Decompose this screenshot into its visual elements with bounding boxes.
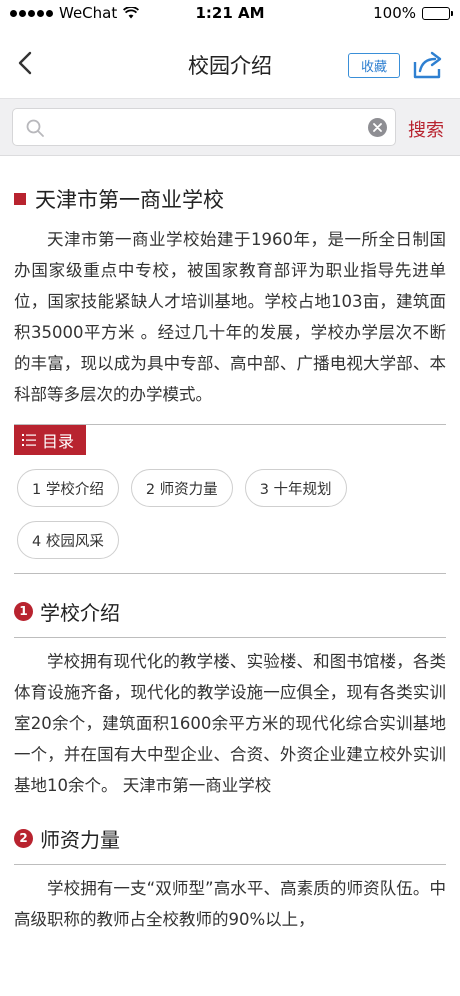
search-button[interactable]: 搜索 <box>408 116 444 142</box>
section-number-badge: 2 <box>14 828 33 848</box>
school-intro: 天津市第一商业学校始建于1960年，是一所全日制国办国家级重点中专校，被国家教育… <box>14 230 446 404</box>
title-marker <box>14 193 26 205</box>
battery-icon <box>422 6 453 20</box>
school-title: 天津市第一商业学校 <box>14 184 446 214</box>
carrier-name: WeChat <box>59 4 118 22</box>
toc-item-faculty[interactable]: 2 师资力量 <box>130 469 233 507</box>
section-divider <box>14 864 446 865</box>
search-bar: 搜索 <box>0 98 460 156</box>
status-left: WeChat <box>10 4 160 22</box>
section-body: 学校拥有现代化的教学楼、实验楼、和图书馆楼，各类体育设施齐备，现代化的教学设施一… <box>14 652 446 795</box>
chevron-left-icon <box>18 51 32 75</box>
nav-bar: 校园介绍 收藏 <box>0 26 460 98</box>
share-icon <box>413 51 442 79</box>
toc-item-ten-year-plan[interactable]: 3 十年规划 <box>244 469 347 507</box>
toc-list: 1 学校介绍 2 师资力量 3 十年规划 4 校园风采 <box>14 469 446 559</box>
battery-percent: 100% <box>373 4 416 22</box>
section-heading-faculty: 2 师资力量 <box>14 823 446 853</box>
section-title: 师资力量 <box>40 827 120 852</box>
back-button[interactable] <box>12 48 42 78</box>
section-divider <box>14 637 446 638</box>
toc-label: 目录 <box>14 425 87 455</box>
favorite-button[interactable]: 收藏 <box>348 53 400 78</box>
section-title: 学校介绍 <box>40 600 120 625</box>
section-heading-school-intro: 1 学校介绍 <box>14 596 446 626</box>
article-content[interactable]: 天津市第一商业学校 天津市第一商业学校始建于1960年，是一所全日制国办国家级重… <box>0 156 460 996</box>
section-body: 学校拥有一支“双师型”高水平、高素质的师资队伍。中高级职称的教师占全校教师的90… <box>14 879 446 929</box>
toc-item-campus-gallery[interactable]: 4 校园风采 <box>17 521 119 559</box>
section-number-badge: 1 <box>14 601 33 621</box>
toc-item-school-intro[interactable]: 1 学校介绍 <box>17 469 119 507</box>
list-icon <box>22 434 36 446</box>
status-right: 100% <box>300 4 453 22</box>
wifi-icon <box>123 7 140 19</box>
divider <box>14 573 446 574</box>
signal-icon <box>10 9 53 17</box>
toc-label-text: 目录 <box>42 432 75 451</box>
school-name: 天津市第一商业学校 <box>35 188 224 212</box>
clear-icon[interactable] <box>368 118 387 137</box>
search-box[interactable] <box>12 108 396 146</box>
search-input[interactable] <box>53 109 363 145</box>
status-bar: WeChat 1:21 AM 100% <box>0 0 460 26</box>
search-icon <box>26 119 44 137</box>
share-button[interactable] <box>412 50 444 80</box>
